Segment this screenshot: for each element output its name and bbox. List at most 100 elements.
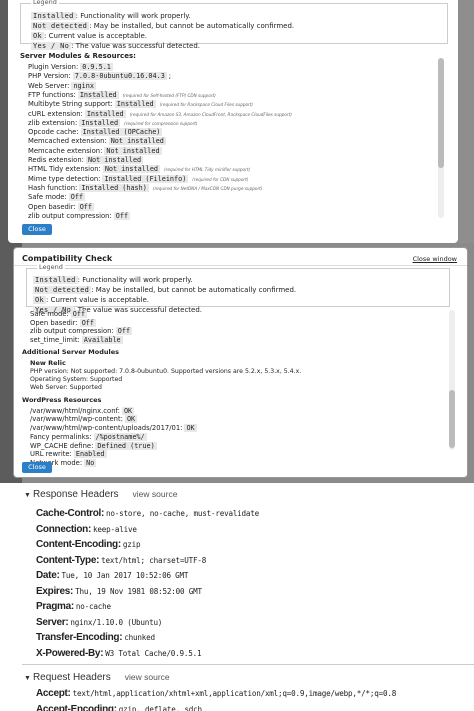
module-value: Installed (77, 90, 119, 99)
wp-resource-value: No (84, 458, 97, 467)
new-relic-line: Web Server: Supported (30, 384, 102, 392)
close-button[interactable]: Close (22, 224, 52, 235)
module-label: Hash function: (28, 183, 78, 192)
module-row: cURL extension: Installed (required for Am… (28, 109, 292, 118)
header-row: Pragma: no-cache (36, 601, 111, 612)
module-value: Available (81, 336, 123, 345)
header-key: Expires: (36, 585, 74, 597)
page: Legend Installed: Functionality will wor… (0, 0, 474, 711)
module-note: (required for Amazon S3, Amazon CloudFro… (129, 111, 292, 117)
module-row: Web Server: nginx (28, 81, 96, 90)
header-value: Thu, 19 Nov 1981 08:52:00 GMT (75, 586, 202, 596)
module-suffix: ; (168, 72, 172, 81)
new-relic-line: Operating System: Supported (30, 376, 123, 384)
module-row: Mime type detection: Installed (Fileinfo)… (28, 174, 249, 183)
header-value: chunked (124, 633, 155, 642)
module-value: Off (79, 318, 96, 327)
header-key: Pragma: (36, 601, 74, 612)
legend-line: Ok: Current value is acceptable. (33, 296, 149, 304)
header-key: Server: (36, 616, 69, 628)
header-value: W3 Total Cache/0.9.5.1 (105, 648, 202, 658)
legend-box: Legend Installed: Functionality will wor… (26, 263, 450, 314)
header-row: Cache-Control: no-store, no-cache, must-r… (36, 508, 259, 519)
module-row: Hash function: Installed (hash) (required … (28, 183, 263, 192)
module-row: Redis extension: Not installed (28, 156, 144, 164)
module-note: (required for Rackspace Cloud Files supp… (159, 102, 254, 108)
module-label: PHP Version: (28, 72, 71, 81)
module-row: Open basedir: Off (30, 318, 96, 327)
module-row: Multibyte String support: Installed (requi… (28, 100, 254, 109)
module-row: zlib output compression: Off (30, 327, 133, 336)
devtools-headers-panel: ▼ Response Headers view source Cache-Contr… (0, 483, 474, 711)
scrollbar-thumb[interactable] (438, 58, 444, 168)
response-headers-toggle[interactable]: ▼ Response Headers view source (24, 489, 177, 500)
module-value: Not installed (108, 137, 166, 146)
header-row: Accept: text/html,application/xhtml+xml,a… (36, 688, 396, 699)
legend-line: Ok: Current value is acceptable. (31, 32, 147, 40)
module-value: Installed (Fileinfo) (102, 174, 189, 183)
wp-resource-label: /var/www/html/nginx.conf: (30, 406, 120, 415)
module-value: Installed (OPCache) (80, 128, 163, 137)
module-value: Not installed (104, 146, 162, 155)
legend-line: Yes / No: The value was successful detec… (33, 306, 203, 314)
response-headers-title: Response Headers (32, 489, 119, 500)
close-window-link[interactable]: Close window (413, 255, 457, 263)
header-value: Tue, 10 Jan 2017 10:52:06 GMT (61, 571, 189, 580)
module-label: Memcache extension: (28, 146, 103, 155)
module-label: HTML Tidy extension: (28, 165, 101, 174)
module-value: nginx (71, 81, 96, 90)
module-row: Memcache extension: Not installed (28, 146, 162, 155)
module-label: Plugin Version: (28, 63, 79, 71)
additional-modules-title: Additional Server Modules (22, 347, 119, 356)
module-note: (required for CDN support) (192, 176, 249, 182)
module-value: Off (68, 193, 86, 202)
module-note: (required for NetDNA / MaxCDN CDN purge … (152, 185, 263, 191)
wp-resource-label: Fancy permalinks: (30, 432, 92, 441)
view-source-link[interactable]: view source (133, 489, 178, 499)
view-source-link[interactable]: view source (125, 672, 170, 682)
request-headers-toggle[interactable]: ▼ Request Headers view source (24, 672, 170, 683)
header-row: X-Powered-By: W3 Total Cache/0.9.5.1 (36, 647, 202, 659)
header-key: Cache-Control: (36, 508, 105, 519)
header-value: text/html,application/xhtml+xml,applicat… (72, 689, 397, 698)
close-button[interactable]: Close (22, 462, 52, 473)
wp-resource-value: OK (124, 415, 138, 424)
module-value: 0.9.5.1 (80, 63, 113, 71)
header-key: Transfer-Encoding: (36, 632, 123, 643)
module-note: (required for compression support) (124, 120, 198, 126)
header-key: Content-Encoding: (36, 539, 121, 550)
wp-resource-value: OK (184, 424, 197, 433)
legend-line: Installed: Functionality will work prope… (31, 12, 191, 20)
module-row: PHP Version: 7.0.8-0ubuntu0.16.04.3; (28, 72, 172, 81)
module-label: zlib extension: (28, 118, 78, 127)
module-row: HTML Tidy extension: Not installed (requir… (28, 165, 250, 174)
header-value: nginx/1.10.0 (Ubuntu) (70, 617, 163, 627)
wp-resource-label: WP_CACHE define: (30, 441, 94, 450)
dialog-title: Compatibility Check (22, 254, 113, 263)
header-key: Connection: (36, 523, 92, 535)
module-value: Installed (79, 118, 121, 127)
header-key: X-Powered-By: (36, 647, 104, 659)
module-value: Off (70, 310, 88, 318)
legend-line: Not detected: May be installed, but cann… (31, 22, 295, 30)
module-label: Open basedir: (30, 318, 78, 327)
module-label: zlib output compression: (28, 211, 112, 220)
module-row: Plugin Version: 0.9.5.1 (28, 63, 113, 71)
module-value: Not installed (102, 165, 161, 174)
module-label: Mime type detection: (28, 174, 101, 183)
module-label: Opcode cache: (28, 128, 79, 137)
scrollbar[interactable] (449, 310, 455, 450)
module-row: FTP functions: Installed (required for Sel… (28, 90, 216, 99)
new-relic-title: New Relic (30, 358, 66, 367)
legend-box: Legend Installed: Functionality will wor… (20, 0, 448, 50)
header-value: gzip, deflate, sdch (118, 704, 202, 711)
module-value: Off (115, 327, 133, 336)
request-headers-title: Request Headers (32, 672, 111, 683)
module-row: Open basedir: Off (28, 202, 94, 211)
header-row: Transfer-Encoding: chunked (36, 632, 155, 643)
scrollbar[interactable] (438, 58, 444, 218)
scrollbar-thumb[interactable] (449, 390, 455, 448)
module-value: 7.0.8-0ubuntu0.16.04.3 (72, 72, 167, 81)
module-row: Opcode cache: Installed (OPCache) (28, 128, 163, 137)
header-value: no-store, no-cache, must-revalidate (106, 509, 260, 518)
